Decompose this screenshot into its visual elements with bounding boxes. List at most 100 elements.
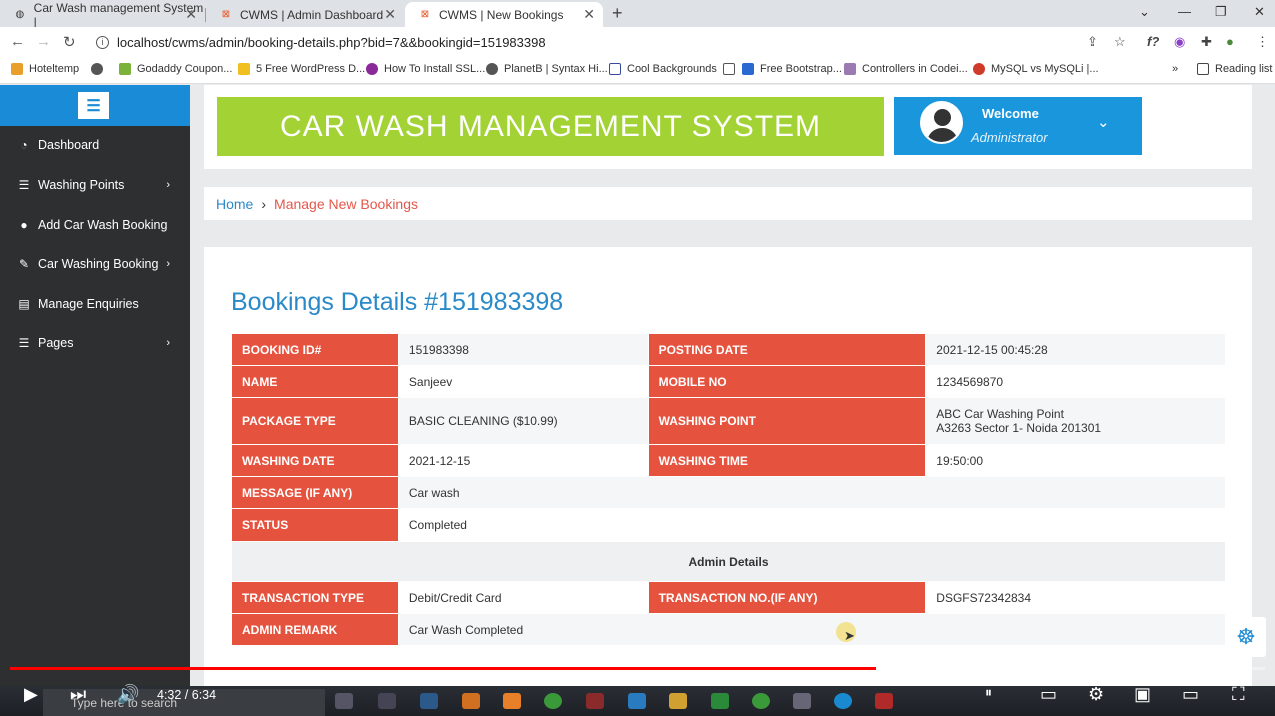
browser-tab[interactable]: ◍ Car Wash management System | ✕: [0, 1, 205, 29]
washing-date-value: 2021-12-15: [397, 444, 649, 477]
bookmark[interactable]: Godaddy Coupon...: [119, 63, 232, 75]
url-input[interactable]: i localhost/cwms/admin/booking-details.p…: [88, 30, 1140, 54]
bookmark[interactable]: [723, 63, 741, 75]
browser-tab[interactable]: ⊠ CWMS | Admin Dashboard ✕: [206, 2, 404, 27]
autoplay-toggle[interactable]: ⏸: [985, 684, 992, 701]
sidebar-item-manage-enquiries[interactable]: ▤ Manage Enquiries: [0, 292, 190, 316]
taskbar-app-icon[interactable]: [793, 693, 811, 709]
message-value: Car wash: [397, 476, 1227, 509]
folder-icon[interactable]: [669, 693, 687, 709]
sidebar-item-car-washing-booking[interactable]: ✎ Car Washing Booking ›: [0, 252, 190, 276]
bookmark-icon: [973, 63, 985, 75]
chrome-icon[interactable]: [752, 693, 770, 709]
star-icon[interactable]: ☆: [1114, 34, 1126, 50]
bookmark[interactable]: PlanetB | Syntax Hi...: [486, 63, 608, 75]
user-menu[interactable]: Welcome Administrator ⌄: [894, 97, 1142, 155]
washing-point-value: ABC Car Washing Point A3263 Sector 1- No…: [925, 397, 1226, 445]
chevron-right-icon: ›: [166, 258, 170, 270]
header-panel: CAR WASH MANAGEMENT SYSTEM Welcome Admin…: [204, 85, 1252, 169]
chrome-icon[interactable]: [544, 693, 562, 709]
info-icon[interactable]: i: [96, 35, 109, 49]
restore-icon[interactable]: ❐: [1215, 4, 1227, 20]
taskbar-app-icon[interactable]: [875, 693, 893, 709]
name-label: NAME: [231, 365, 399, 398]
back-icon[interactable]: ←: [10, 33, 25, 50]
chevron-down-icon[interactable]: ⌄: [1097, 113, 1110, 131]
new-tab-icon[interactable]: +: [612, 3, 623, 24]
table-row: PACKAGE TYPE BASIC CLEANING ($10.99) WAS…: [231, 397, 1226, 445]
formula-extension-icon[interactable]: f?: [1147, 34, 1159, 49]
close-icon[interactable]: ✕: [384, 6, 396, 23]
globe-icon: ◍: [15, 9, 25, 20]
taskbar-app-icon[interactable]: [420, 693, 438, 709]
menu-dots-icon[interactable]: ⋮: [1256, 34, 1269, 50]
transaction-no-value: DSGFS72342834: [925, 581, 1226, 614]
list-icon: ☰: [18, 178, 30, 192]
sidebar-item-add-booking[interactable]: ● Add Car Wash Booking: [0, 213, 190, 237]
reload-icon[interactable]: ↻: [63, 33, 76, 51]
tab-search-icon[interactable]: ⌄: [1139, 4, 1150, 20]
bookmark[interactable]: Free Bootstrap...: [742, 63, 842, 75]
taskbar-app-icon[interactable]: [586, 693, 604, 709]
bookmarks-overflow[interactable]: »: [1172, 63, 1178, 75]
next-icon[interactable]: ⏭: [70, 684, 86, 705]
browser-tab-active[interactable]: ⊠ CWMS | New Bookings ✕: [405, 2, 603, 27]
close-icon[interactable]: ✕: [185, 6, 197, 23]
subtitles-icon[interactable]: ▭: [1040, 684, 1057, 705]
color-extension-icon[interactable]: ◉: [1174, 34, 1185, 50]
profile-avatar[interactable]: ●: [1226, 34, 1234, 49]
forward-icon[interactable]: →: [36, 33, 51, 50]
share-icon[interactable]: ⇪: [1087, 34, 1098, 50]
page-title: Bookings Details #151983398: [231, 288, 564, 316]
bookmark[interactable]: Controllers in Codei...: [844, 63, 968, 75]
channel-logo[interactable]: ☸: [1226, 617, 1266, 657]
taskbar-app-icon[interactable]: [462, 693, 480, 709]
bookmark[interactable]: [91, 63, 109, 75]
bookmark[interactable]: MySQL vs MySQLi |...: [973, 63, 1099, 75]
booking-id-value: 151983398: [397, 333, 649, 366]
volume-icon[interactable]: 🔊: [117, 684, 139, 705]
table-row: BOOKING ID# 151983398 POSTING DATE 2021-…: [231, 333, 1226, 366]
app-title-banner: CAR WASH MANAGEMENT SYSTEM: [217, 97, 884, 156]
task-view-icon[interactable]: [335, 693, 353, 709]
close-window-icon[interactable]: ✕: [1254, 4, 1265, 20]
taskbar-app-icon[interactable]: [711, 693, 729, 709]
bookmark-icon: [609, 63, 621, 75]
browser-tab-bar: ◍ Car Wash management System | ✕ ⊠ CWMS …: [0, 0, 1275, 29]
bookmark-icon: [844, 63, 856, 75]
main-area: CAR WASH MANAGEMENT SYSTEM Welcome Admin…: [190, 85, 1275, 716]
fullscreen-icon[interactable]: ⛶: [1232, 684, 1245, 705]
edge-icon[interactable]: [834, 693, 852, 709]
sidebar-item-pages[interactable]: ☰ Pages ›: [0, 331, 190, 355]
transaction-type-value: Debit/Credit Card: [397, 581, 649, 614]
message-label: MESSAGE (IF ANY): [231, 476, 399, 509]
mobile-value: 1234569870: [925, 365, 1226, 398]
posting-date-label: POSTING DATE: [647, 333, 927, 366]
theater-mode-icon[interactable]: ▭: [1182, 684, 1199, 705]
edit-icon: ✎: [18, 257, 30, 271]
minimize-icon[interactable]: —: [1178, 4, 1191, 19]
taskbar-app-icon[interactable]: [503, 693, 521, 709]
bookmark[interactable]: Cool Backgrounds: [609, 63, 717, 75]
sidebar-item-dashboard[interactable]: ◔ Dashboard: [0, 133, 190, 157]
breadcrumb-home[interactable]: Home: [216, 196, 253, 212]
bookmark[interactable]: How To Install SSL...: [366, 63, 485, 75]
taskbar-app-icon[interactable]: [628, 693, 646, 709]
play-icon[interactable]: ▶: [24, 684, 38, 705]
settings-icon[interactable]: ⚙: [1088, 684, 1104, 705]
package-value: BASIC CLEANING ($10.99): [397, 397, 649, 445]
sidebar-header: ☰: [0, 85, 190, 126]
table-row: MESSAGE (IF ANY) Car wash: [231, 476, 1227, 509]
bookmark[interactable]: 5 Free WordPress D...: [238, 63, 365, 75]
address-bar-row: ← → ↻ i localhost/cwms/admin/booking-det…: [0, 27, 1275, 57]
miniplayer-icon[interactable]: ▣: [1134, 684, 1151, 705]
close-icon[interactable]: ✕: [583, 6, 595, 23]
reading-list[interactable]: Reading list: [1197, 63, 1272, 75]
sidebar-item-washing-points[interactable]: ☰ Washing Points ›: [0, 173, 190, 197]
menu-toggle-icon[interactable]: ☰: [78, 92, 109, 119]
taskbar-app-icon[interactable]: [378, 693, 396, 709]
puzzle-icon[interactable]: ✚: [1201, 34, 1212, 50]
washing-point-address: A3263 Sector 1- Noida 201301: [936, 421, 1102, 435]
video-time: 4:32 / 6:34: [157, 688, 217, 702]
bookmark[interactable]: Hoteltemp: [11, 63, 79, 75]
